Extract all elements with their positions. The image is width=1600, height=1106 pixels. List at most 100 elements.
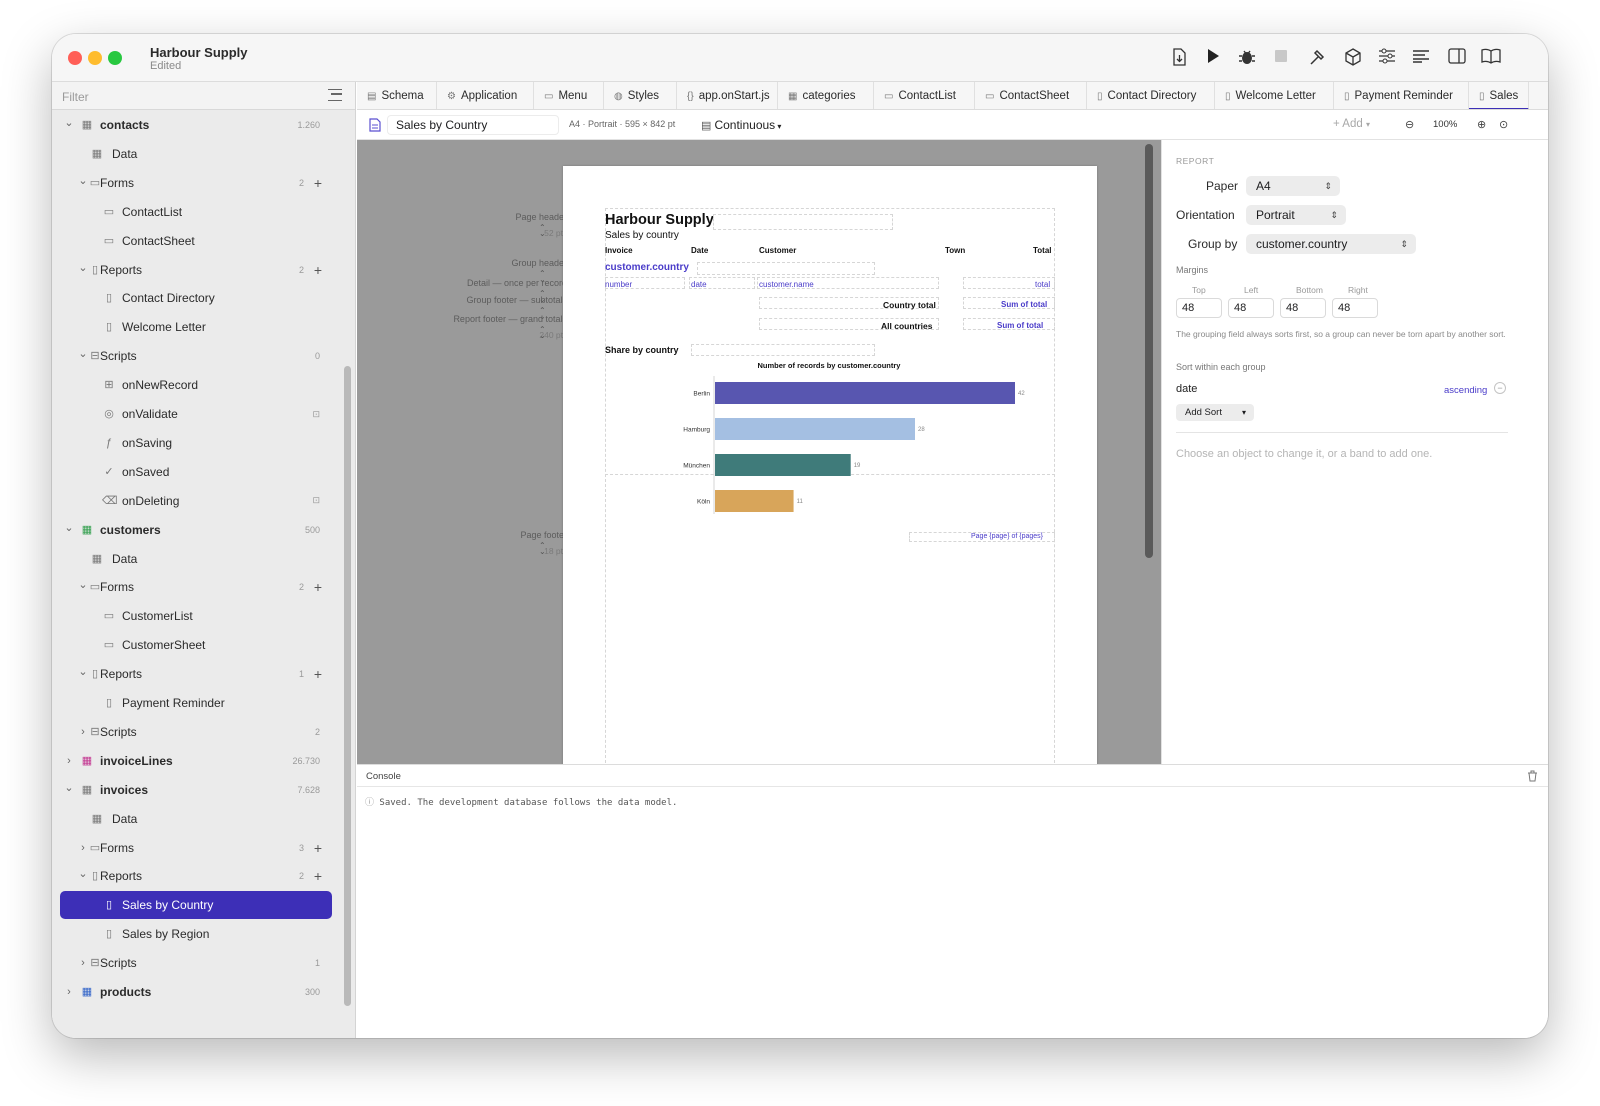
sidebar-item[interactable]: › ▦ invoiceLines 26.730: [60, 747, 332, 775]
tab[interactable]: ▯ Welcome Letter: [1215, 82, 1334, 109]
band-label[interactable]: Detail — once per record: [467, 278, 567, 288]
margin-input[interactable]: 48: [1176, 298, 1222, 318]
debug-icon[interactable]: [1236, 48, 1258, 70]
sort-field[interactable]: date: [1176, 383, 1197, 395]
settings-icon[interactable]: [1376, 48, 1398, 70]
add-icon[interactable]: +: [314, 666, 322, 682]
add-button[interactable]: + Add ▾: [1333, 118, 1370, 130]
band-label[interactable]: Report footer — grand totals: [453, 314, 567, 324]
sidebar-scrollbar[interactable]: [344, 366, 351, 1006]
zoom-fit-icon[interactable]: ⊙: [1499, 118, 1508, 131]
sidebar-item[interactable]: ▦ Data: [60, 805, 332, 833]
zoom-out-icon[interactable]: ⊖: [1405, 118, 1414, 131]
margin-input[interactable]: 48: [1332, 298, 1378, 318]
sidebar-item[interactable]: ▭ ContactSheet: [60, 227, 332, 255]
chart-bar[interactable]: [715, 418, 915, 440]
chevron-right-icon[interactable]: ›: [64, 755, 74, 767]
tab[interactable]: ▤ Schema: [357, 82, 437, 109]
package-icon[interactable]: [1342, 48, 1364, 70]
chart-bar[interactable]: [715, 382, 1015, 404]
build-icon[interactable]: [1306, 48, 1328, 70]
group-by-select[interactable]: customer.country ⇕: [1246, 234, 1416, 254]
chevron-right-icon[interactable]: ›: [78, 842, 88, 854]
sidebar-item[interactable]: ⌄ ▯ Reports 2 +: [60, 862, 332, 890]
sidebar-item[interactable]: ⊞ onNewRecord: [60, 371, 332, 399]
paper-select[interactable]: A4 ⇕: [1246, 176, 1340, 196]
margin-input[interactable]: 48: [1280, 298, 1326, 318]
sidebar-item[interactable]: ✓ onSaved: [60, 458, 332, 486]
run-icon[interactable]: [1202, 48, 1224, 70]
all-countries-value[interactable]: Sum of total: [997, 321, 1043, 330]
chevron-down-icon[interactable]: ⌄: [78, 578, 88, 591]
band-height-stepper[interactable]: ⌃ ⌄: [539, 542, 547, 556]
zoom-level[interactable]: 100%: [1433, 119, 1457, 130]
add-icon[interactable]: +: [314, 579, 322, 595]
band-height-stepper[interactable]: ⌃ ⌄: [539, 326, 547, 340]
tab[interactable]: ◍ Styles: [604, 82, 677, 109]
tab[interactable]: ▭ ContactSheet: [975, 82, 1087, 109]
band-label[interactable]: Page footer: [520, 530, 567, 540]
tab[interactable]: ⚙ Application: [437, 82, 534, 109]
sidebar-filter[interactable]: Filter: [52, 82, 355, 110]
band-height-stepper[interactable]: ⌃ ⌄: [539, 224, 547, 238]
add-icon[interactable]: +: [314, 262, 322, 278]
close-window-button[interactable]: [68, 51, 82, 65]
chevron-down-icon[interactable]: ⌄: [78, 347, 88, 360]
sidebar-item[interactable]: ▯ Sales by Country: [60, 891, 332, 920]
country-total-label[interactable]: Country total: [883, 300, 936, 310]
report-page[interactable]: Harbour Supply Sales by country Invoice D…: [563, 166, 1097, 764]
stop-icon[interactable]: [1270, 48, 1292, 70]
export-icon[interactable]: [1168, 48, 1190, 70]
view-mode-select[interactable]: ▤ Continuous ▾: [701, 115, 781, 135]
sidebar-item[interactable]: › ⊟ Scripts 2: [60, 718, 332, 746]
tab[interactable]: {} app.onStart.js: [677, 82, 778, 109]
orientation-select[interactable]: Portrait ⇕: [1246, 205, 1346, 225]
clear-console-icon[interactable]: [1527, 770, 1538, 782]
band-label[interactable]: Group header: [511, 258, 567, 268]
share-chart[interactable]: Number of records by customer.country Ber…: [605, 358, 1055, 518]
detail-field[interactable]: date: [691, 280, 707, 289]
sidebar-item[interactable]: ƒ onSaving: [60, 429, 332, 457]
sidebar-item[interactable]: ⌄ ⊟ Scripts 0: [60, 342, 332, 370]
add-icon[interactable]: +: [314, 175, 322, 191]
sidebar-item[interactable]: ⌫ onDeleting ⊡: [60, 487, 332, 515]
sidebar-item[interactable]: ⌄ ▯ Reports 2 +: [60, 256, 332, 284]
report-subtitle[interactable]: Sales by country: [605, 230, 679, 241]
tab[interactable]: ▦ categories: [778, 82, 874, 109]
margin-input[interactable]: 48: [1228, 298, 1274, 318]
tab[interactable]: ▯ Payment Reminder: [1334, 82, 1469, 109]
column-header[interactable]: Invoice: [605, 246, 633, 255]
sidebar-item[interactable]: ◎ onValidate ⊡: [60, 400, 332, 428]
column-header[interactable]: Customer: [759, 246, 796, 255]
column-header[interactable]: Date: [691, 246, 708, 255]
tab[interactable]: ▭ Menu: [534, 82, 604, 109]
report-canvas[interactable]: Page header52 pt⌃⌄Group header24 pt⌃⌄Det…: [357, 140, 1161, 764]
column-header[interactable]: Town: [945, 246, 965, 255]
chevron-down-icon[interactable]: ⌄: [78, 665, 88, 678]
chevron-right-icon[interactable]: ›: [78, 726, 88, 738]
split-view-icon[interactable]: [1446, 48, 1468, 70]
zoom-in-icon[interactable]: ⊕: [1477, 118, 1486, 131]
tab[interactable]: ▯ Contact Directory: [1087, 82, 1215, 109]
canvas-scrollbar[interactable]: [1145, 144, 1153, 558]
chart-bar[interactable]: [715, 490, 794, 512]
chevron-down-icon[interactable]: ⌄: [64, 521, 74, 534]
sidebar-item[interactable]: ⌄ ▦ customers 500: [60, 516, 332, 544]
sidebar-item[interactable]: ▯ Payment Reminder: [60, 689, 332, 717]
detail-field[interactable]: number: [605, 280, 632, 289]
remove-sort-icon[interactable]: −: [1494, 382, 1506, 394]
tab[interactable]: ▭ ContactList: [874, 82, 975, 109]
sidebar-item[interactable]: › ▭ Forms 3 +: [60, 834, 332, 862]
chevron-right-icon[interactable]: ›: [64, 986, 74, 998]
report-name-field[interactable]: Sales by Country: [387, 115, 559, 135]
all-countries-label[interactable]: All countries: [881, 321, 932, 331]
share-heading[interactable]: Share by country: [605, 345, 679, 355]
chevron-down-icon[interactable]: ⌄: [78, 867, 88, 880]
sidebar-item[interactable]: ▦ Data: [60, 140, 332, 168]
band-label[interactable]: Group footer — subtotals: [466, 295, 567, 305]
sidebar-item[interactable]: ▭ ContactList: [60, 198, 332, 226]
column-header[interactable]: Total: [1033, 246, 1052, 255]
detail-field[interactable]: customer.name: [759, 280, 814, 289]
tab[interactable]: ▯ Sales: [1469, 82, 1529, 109]
sidebar-item[interactable]: ⌄ ▯ Reports 1 +: [60, 660, 332, 688]
